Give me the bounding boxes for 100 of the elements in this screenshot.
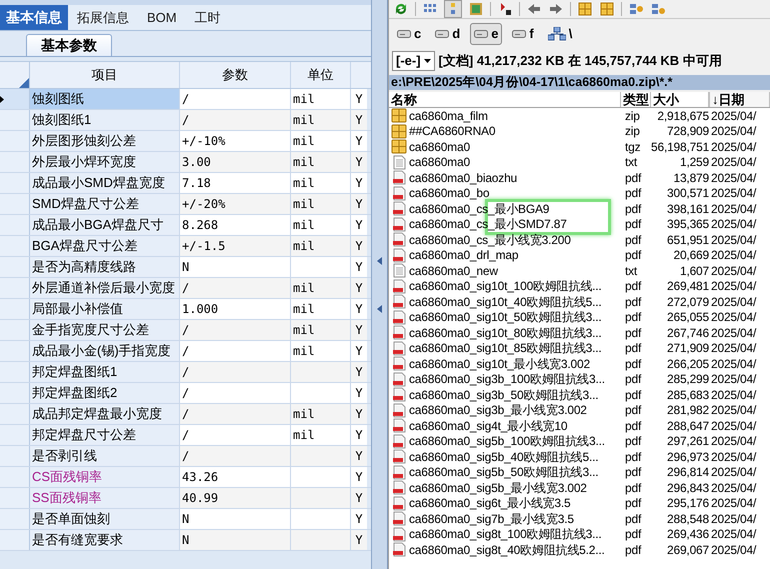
table-cell[interactable]: 成品最小BGA焊盘尺寸 [30, 215, 180, 235]
file-name[interactable]: ca6860ma0_biaozhu [409, 168, 518, 187]
file-date: 2025/04/ [710, 356, 756, 373]
column-header[interactable]: 单位 [291, 62, 351, 88]
file-name[interactable]: ca6860ma0_sig6t_最小线宽3.5 [409, 494, 570, 512]
file-size: 266,205 [666, 356, 709, 373]
table-cell: 40.99 [180, 488, 291, 508]
table-cell: mil [291, 425, 351, 445]
file-name[interactable]: ca6860ma0_sig3b_最小线宽3.002 [409, 401, 587, 420]
drive-button[interactable]: \ [544, 23, 576, 45]
file-name[interactable]: ca6860ma0_sig10t_80欧姆阻抗线3... [409, 324, 602, 342]
column-header[interactable]: 项目 [30, 62, 180, 88]
table-cell: mil [291, 110, 351, 130]
file-name[interactable]: ca6860ma0_cs_最小BGA9 [409, 200, 550, 218]
current-row-icon [0, 96, 4, 102]
table-cell[interactable]: 成品邦定焊盘最小宽度 [30, 404, 180, 424]
file-name[interactable]: ##CA6860RNA0 [409, 122, 496, 140]
file-name[interactable]: ca6860ma0 [409, 153, 470, 172]
table-cell[interactable]: SS面残铜率 [30, 488, 180, 508]
file-name[interactable]: ca6860ma0_sig4t_最小线宽10 [409, 416, 568, 435]
table-cell: Y [351, 509, 367, 529]
file-name[interactable]: ca6860ma_film [409, 106, 488, 125]
table-cell[interactable]: 金手指宽度尺寸公差 [30, 320, 180, 340]
file-type: pdf [624, 542, 642, 559]
column-header[interactable]: ↓日期 [709, 92, 770, 107]
table-cell[interactable]: 蚀刻图纸1 [30, 110, 180, 130]
drive-dropdown[interactable]: [-e-] [392, 51, 435, 71]
drive-button[interactable]: f [508, 23, 538, 45]
package-icon[interactable] [599, 1, 615, 17]
file-name[interactable]: ca6860ma0_sig8t_40欧姆阻抗线5.2... [409, 540, 605, 559]
file-name[interactable]: ca6860ma0_sig7b_最小线宽3.5 [409, 510, 574, 528]
file-name[interactable]: ca6860ma0_sig10t_50欧姆阻抗线3... [409, 308, 602, 326]
table-cell[interactable]: SMD焊盘尺寸公差 [30, 194, 180, 214]
row-header[interactable] [0, 89, 30, 109]
file-size: 300,571 [666, 185, 709, 202]
drive-button[interactable]: c [393, 23, 426, 45]
table-cell: N [180, 257, 291, 277]
table-cell[interactable]: 是否有缝宽要求 [30, 530, 180, 550]
table-cell[interactable]: CS面残铜率 [30, 467, 180, 487]
file-name[interactable]: ca6860ma0 [409, 138, 470, 156]
column-header[interactable]: 名称 [389, 92, 621, 107]
sub-tab[interactable]: 基本参数 [26, 34, 112, 56]
tree-view-icon[interactable] [444, 0, 462, 18]
table-cell[interactable]: 邦定焊盘尺寸公差 [30, 425, 180, 445]
file-date: 2025/04/ [710, 185, 756, 202]
table-cell[interactable]: 邦定焊盘图纸1 [30, 362, 180, 382]
drive-button[interactable]: e [470, 23, 502, 45]
back-arrow-icon[interactable] [526, 1, 542, 17]
file-name[interactable]: ca6860ma0_sig10t_85欧姆阻抗线3... [409, 339, 602, 358]
drive-button[interactable]: d [431, 23, 464, 45]
table-cell[interactable]: 成品最小SMD焊盘宽度 [30, 173, 180, 193]
tab[interactable]: 拓展信息 [68, 5, 138, 30]
collapse-arrow-icon[interactable] [377, 304, 382, 312]
table-cell: 1.000 [180, 299, 291, 319]
image-icon[interactable] [468, 1, 484, 17]
file-name[interactable]: ca6860ma0_new [409, 262, 498, 280]
file-type: pdf [624, 464, 642, 482]
tab[interactable]: 基本信息 [0, 5, 68, 30]
tab[interactable]: BOM [138, 5, 186, 30]
file-name[interactable]: ca6860ma0_sig10t_100欧姆阻抗线... [409, 277, 602, 296]
table-cell[interactable]: 是否剥引线 [30, 446, 180, 466]
file-name[interactable]: ca6860ma0_sig5b_100欧姆阻抗线3... [409, 432, 605, 450]
file-name[interactable]: ca6860ma0_cs_最小SMD7.87 [409, 215, 567, 234]
file-name[interactable]: ca6860ma0_cs_最小线宽3.200 [409, 230, 571, 249]
splitter-bar[interactable] [372, 0, 388, 569]
table-cell: / [180, 320, 291, 340]
compare-icon[interactable] [650, 1, 666, 17]
table-cell[interactable]: 是否单面蚀刻 [30, 509, 180, 529]
file-name[interactable]: ca6860ma0_drl_map [409, 246, 518, 264]
file-name[interactable]: ca6860ma0_sig5b_50欧姆阻抗线3... [409, 463, 598, 482]
file-name[interactable]: ca6860ma0_sig5b_40欧姆阻抗线5... [409, 448, 598, 466]
table-cell[interactable]: 外层图形蚀刻公差 [30, 131, 180, 151]
table-cell[interactable]: 外层最小焊环宽度 [30, 152, 180, 172]
forward-arrow-icon[interactable] [548, 1, 564, 17]
table-cell[interactable]: BGA焊盘尺寸公差 [30, 236, 180, 256]
table-cell: N [180, 509, 291, 529]
table-cell[interactable]: 邦定焊盘图纸2 [30, 383, 180, 403]
file-type: zip [624, 108, 641, 125]
package-icon[interactable] [577, 1, 593, 17]
file-type: pdf [624, 324, 642, 342]
collapse-arrow-icon[interactable] [377, 256, 382, 264]
file-name[interactable]: ca6860ma0_sig10t_最小线宽3.002 [409, 354, 590, 373]
column-header[interactable]: 参数 [180, 62, 291, 88]
table-cell: 8.268 [180, 215, 291, 235]
file-size: 285,299 [666, 371, 709, 388]
file-name[interactable]: ca6860ma0_sig5b_最小线宽3.002 [409, 478, 587, 497]
table-cell[interactable]: 蚀刻图纸 [30, 89, 180, 109]
tab[interactable]: 工时 [186, 5, 230, 30]
table-cell[interactable]: 是否为高精度线路 [30, 257, 180, 277]
refresh-icon[interactable] [393, 1, 409, 17]
file-name[interactable]: ca6860ma0_sig3b_50欧姆阻抗线3... [409, 386, 598, 404]
compare-icon[interactable] [628, 1, 644, 17]
table-cell[interactable]: 外层通道补偿后最小宽度 [30, 278, 180, 298]
file-name[interactable]: ca6860ma0_sig10t_40欧姆阻抗线5... [409, 292, 602, 311]
file-name[interactable]: ca6860ma0_bo [409, 184, 490, 202]
file-name[interactable]: ca6860ma0_sig3b_100欧姆阻抗线3... [409, 370, 605, 388]
table-cell[interactable]: 局部最小补偿值 [30, 299, 180, 319]
table-cell[interactable]: 成品最小金(锡)手指宽度 [30, 341, 180, 361]
column-header[interactable]: 类型 [621, 92, 651, 107]
file-name[interactable]: ca6860ma0_sig8t_100欧姆阻抗线3... [409, 525, 602, 544]
